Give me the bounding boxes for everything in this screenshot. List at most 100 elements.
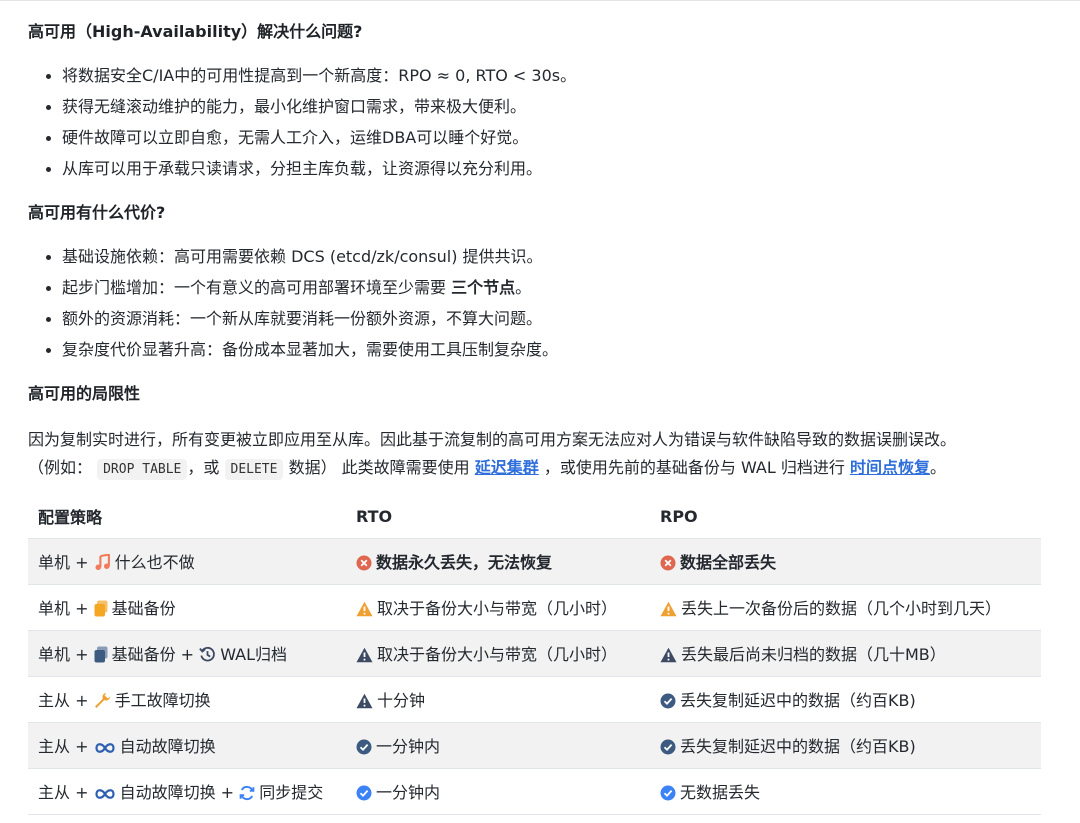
rto-text: 一分钟内 (376, 736, 441, 756)
rpo-cell: 丢失复制延迟中的数据（约百KB) (650, 676, 1041, 723)
strategy-prefix: 单机 + (38, 552, 89, 572)
code-drop-table: DROP TABLE (97, 459, 188, 480)
copy-icon (94, 646, 108, 667)
rto-text: 数据永久丢失，无法恢复 (376, 552, 553, 572)
error-circle-icon (356, 555, 372, 575)
list-item: 硬件故障可以立即自愈，无需人工介入，运维DBA可以睡个好觉。 (46, 127, 576, 158)
table-row: 单机 + 基础备份 + WAL归档 取决于备份大小与带宽（几小时） 丢失最后尚未… (28, 630, 1041, 677)
rto-cell: 一分钟内 (346, 722, 650, 769)
strategy-prefix: 主从 + (38, 690, 89, 710)
pitr-link[interactable]: 时间点恢复 (850, 458, 930, 477)
rto-cell: 一分钟内 (346, 768, 650, 815)
strategy-cell: 主从 + 自动故障切换 + 同步提交 (28, 768, 346, 815)
rpo-text: 丢失上一次备份后的数据（几个小时到几天） (681, 598, 1002, 618)
rpo-cell: 数据全部丢失 (650, 538, 1041, 585)
list-item: 起步门槛增加：一个有意义的高可用部署环境至少需要 三个节点。 (46, 277, 558, 308)
header-rpo: RPO (660, 506, 698, 526)
strategy-cell: 单机 + 什么也不做 (28, 538, 346, 585)
strategy-cell: 主从 + 手工故障切换 (28, 676, 346, 723)
music-note-icon (94, 552, 111, 575)
table-header-row: 配置策略 RTO RPO (28, 494, 1041, 539)
strategy-label: 什么也不做 (114, 552, 195, 572)
top-divider (0, 0, 1080, 1)
strategy-prefix: 主从 + (38, 736, 89, 756)
header-strategy: 配置策略 (38, 508, 103, 527)
strategy-label-2: 同步提交 (259, 782, 324, 802)
strategy-label: 手工故障切换 (114, 690, 211, 710)
rpo-text: 无数据丢失 (680, 782, 761, 802)
strategy-label: 基础备份 (111, 598, 176, 618)
rto-text: 取决于备份大小与带宽（几小时） (377, 644, 618, 664)
table-row: 主从 + 自动故障切换 + 同步提交 一分钟内 无数据丢失 (28, 768, 1041, 815)
infinity-icon (94, 740, 116, 759)
rto-cell: 数据永久丢失，无法恢复 (346, 538, 650, 585)
bold-emphasis: 三个节点 (451, 278, 516, 297)
section-title-limits: 高可用的局限性 (28, 384, 141, 403)
strategy-label: 自动故障切换 (119, 736, 216, 756)
paragraph-line-2: （例如： DROP TABLE ，或 DELETE 数据） 此类故障需要使用 延迟… (28, 454, 1068, 484)
para-text: （例如： (28, 458, 93, 477)
para-text: 数据） 此类故障需要使用 (288, 458, 470, 477)
strategy-prefix: 单机 + (38, 644, 89, 664)
list-item: 复杂度代价显著升高：备份成本显著加大，需要使用工具压制复杂度。 (46, 339, 558, 370)
check-circle-icon (660, 739, 676, 759)
rto-cell: 十分钟 (346, 676, 650, 723)
paragraph-line-1: 因为复制实时进行，所有变更被立即应用至从库。因此基于流复制的高可用方案无法应对人… (28, 430, 957, 449)
table-row: 主从 + 手工故障切换 十分钟 丢失复制延迟中的数据（约百KB) (28, 676, 1041, 723)
para-text: ，或使用先前的基础备份与 WAL 归档进行 (543, 458, 845, 477)
history-icon (199, 646, 216, 667)
code-delete: DELETE (224, 459, 284, 480)
sync-icon (239, 785, 255, 805)
check-circle-icon (356, 739, 372, 759)
section-title-costs: 高可用有什么代价? (28, 203, 166, 222)
rto-text: 十分钟 (377, 690, 426, 710)
limits-paragraph: 因为复制实时进行，所有变更被立即应用至从库。因此基于流复制的高可用方案无法应对人… (28, 426, 1068, 484)
clipboard-icon (94, 600, 108, 621)
rpo-cell: 丢失上一次备份后的数据（几个小时到几天） (650, 584, 1041, 631)
warning-triangle-icon (356, 601, 373, 621)
check-circle-icon (660, 693, 676, 713)
strategy-cell: 主从 + 自动故障切换 (28, 722, 346, 769)
warning-triangle-icon (660, 601, 677, 621)
header-rto: RTO (356, 506, 393, 526)
list-item: 从库可以用于承载只读请求，分担主库负载，让资源得以充分利用。 (46, 158, 576, 189)
alert-triangle-icon (356, 647, 373, 667)
check-badge-icon (356, 785, 372, 805)
table-row: 单机 + 基础备份 取决于备份大小与带宽（几小时） 丢失上一次备份后的数据（几个… (28, 584, 1041, 631)
list-item-tail: 。 (515, 278, 532, 297)
alert-triangle-icon (356, 693, 373, 713)
section-title-problems: 高可用（High-Availability）解决什么问题? (28, 22, 363, 41)
strategy-label: 基础备份 + (111, 644, 195, 664)
table-row: 主从 + 自动故障切换 一分钟内 丢失复制延迟中的数据（约百KB) (28, 722, 1041, 769)
rto-cell: 取决于备份大小与带宽（几小时） (346, 630, 650, 677)
list-item: 将数据安全C/IA中的可用性提高到一个新高度：RPO ≈ 0, RTO < 30… (46, 65, 576, 96)
list-item: 基础设施依赖：高可用需要依赖 DCS (etcd/zk/consul) 提供共识… (46, 246, 558, 277)
rpo-cell: 丢失复制延迟中的数据（约百KB) (650, 722, 1041, 769)
infinity-icon (94, 786, 116, 805)
alert-triangle-icon (660, 647, 677, 667)
rto-text: 取决于备份大小与带宽（几小时） (377, 598, 618, 618)
list-item: 获得无缝滚动维护的能力，最小化维护窗口需求，带来极大便利。 (46, 96, 576, 127)
para-text: 。 (929, 458, 946, 477)
error-circle-icon (660, 555, 676, 575)
rpo-text: 数据全部丢失 (680, 552, 777, 572)
strategy-cell: 单机 + 基础备份 (28, 584, 346, 631)
ha-strategy-table: 配置策略 RTO RPO 单机 + 什么也不做 数据永久丢失，无法恢复 数据全部… (28, 494, 1041, 815)
rpo-cell: 丢失最后尚未归档的数据（几十MB） (650, 630, 1041, 677)
strategy-prefix: 单机 + (38, 598, 89, 618)
rpo-text: 丢失复制延迟中的数据（约百KB) (680, 736, 916, 756)
wrench-icon (94, 692, 111, 713)
problems-list: 将数据安全C/IA中的可用性提高到一个新高度：RPO ≈ 0, RTO < 30… (46, 65, 576, 189)
strategy-prefix: 主从 + (38, 782, 89, 802)
list-item: 额外的资源消耗：一个新从库就要消耗一份额外资源，不算大问题。 (46, 308, 558, 339)
check-badge-icon (660, 785, 676, 805)
rto-text: 一分钟内 (376, 782, 441, 802)
rpo-text: 丢失复制延迟中的数据（约百KB) (680, 690, 916, 710)
rto-cell: 取决于备份大小与带宽（几小时） (346, 584, 650, 631)
rpo-cell: 无数据丢失 (650, 768, 1041, 815)
delayed-cluster-link[interactable]: 延迟集群 (475, 458, 539, 477)
list-item-text: 起步门槛增加：一个有意义的高可用部署环境至少需要 (62, 278, 452, 297)
para-text: ，或 (187, 458, 220, 477)
strategy-cell: 单机 + 基础备份 + WAL归档 (28, 630, 346, 677)
table-row: 单机 + 什么也不做 数据永久丢失，无法恢复 数据全部丢失 (28, 538, 1041, 585)
